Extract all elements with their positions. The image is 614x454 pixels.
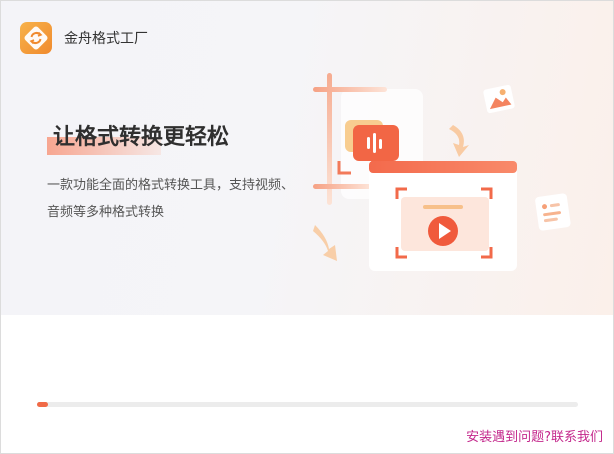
subtitle-line1: 一款功能全面的格式转换工具，支持视频、 xyxy=(47,178,295,193)
convert-arrows-icon xyxy=(24,26,48,50)
install-progress-bar xyxy=(37,402,578,407)
installer-window: 金舟格式工厂 让格式转换更轻松 一款功能全面的格式转换工具，支持视频、 音频等多… xyxy=(0,0,614,454)
headline: 让格式转换更轻松 xyxy=(53,125,230,150)
crop-guide-bottom xyxy=(313,184,371,189)
banner: 金舟格式工厂 让格式转换更轻松 一款功能全面的格式转换工具，支持视频、 音频等多… xyxy=(1,1,613,315)
install-progress-fill xyxy=(37,402,48,407)
image-icon xyxy=(483,84,515,114)
subtitle-line2: 音频等多种格式转换 xyxy=(47,205,165,220)
arrow-icon xyxy=(449,125,469,157)
video-play-icon xyxy=(428,216,458,246)
document-icon xyxy=(535,193,571,231)
conversion-illustration xyxy=(313,73,571,271)
app-title: 金舟格式工厂 xyxy=(64,31,148,47)
arrow-icon-2 xyxy=(313,225,337,261)
help-contact-link[interactable]: 安装遇到问题?联系我们 xyxy=(466,426,603,445)
crop-guide-top xyxy=(313,87,387,92)
app-logo xyxy=(20,22,52,54)
